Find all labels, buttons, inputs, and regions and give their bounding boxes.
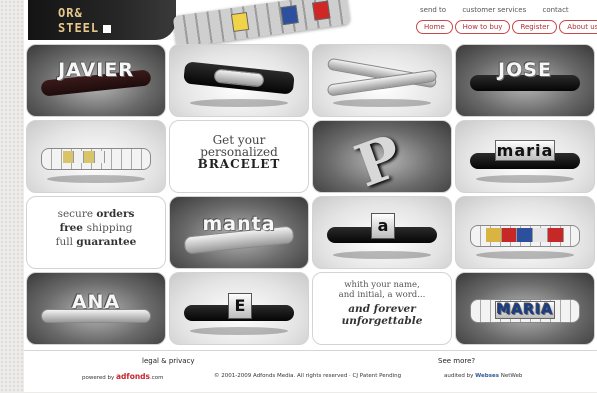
tile-a-bracelet[interactable]: a bbox=[312, 196, 452, 269]
flag-charm-icon bbox=[517, 228, 533, 242]
bracelet-name: manta bbox=[202, 213, 276, 235]
bracelet-name: JOSE bbox=[498, 59, 552, 81]
tile-maria-bracelet[interactable]: maria bbox=[455, 120, 595, 193]
promo-with-line3: and forever bbox=[348, 303, 416, 315]
footer-legal-link[interactable]: legal & privacy bbox=[142, 357, 195, 365]
nav-register[interactable]: Register bbox=[512, 20, 558, 34]
tile-promo-unforgettable[interactable]: whith your name, and initial, a word... … bbox=[312, 272, 452, 345]
logo-line2: STEEL bbox=[58, 21, 100, 35]
bracelet-name: MARIA bbox=[494, 301, 556, 319]
flag-charm-icon bbox=[486, 228, 502, 242]
tile-e-bracelet[interactable]: E bbox=[169, 272, 309, 345]
header-bracelet-image bbox=[172, 0, 351, 49]
tile-ana-bracelet[interactable]: ANA bbox=[26, 272, 166, 345]
page: OR& STEEL send to customer services cont… bbox=[24, 0, 597, 392]
promo-with-line1: whith your name, bbox=[344, 280, 420, 290]
promo-with-line2: and initial, a word... bbox=[338, 290, 426, 300]
nav-how-to-buy[interactable]: How to buy bbox=[454, 20, 511, 34]
footer: legal & privacy See more? powered by adf… bbox=[24, 350, 597, 393]
nav-home[interactable]: Home bbox=[416, 20, 453, 34]
footer-auditor-link[interactable]: Webses bbox=[475, 373, 499, 379]
promo-full-guarantee: full guarantee bbox=[55, 236, 137, 248]
top-utility-nav: send to customer services contact bbox=[420, 6, 583, 14]
tile-promo-personalized[interactable]: Get your personalized BRACELET bbox=[169, 120, 309, 193]
flag-charm-icon bbox=[280, 5, 299, 26]
tile-p-charm[interactable]: P bbox=[312, 120, 452, 193]
tile-jose-bracelet[interactable]: JOSE bbox=[455, 44, 595, 117]
footer-copyright: © 2001-2009 Adfonds Media. All rights re… bbox=[214, 373, 402, 379]
product-grid: JAVIER JOSE Get your personalized BRACEL… bbox=[26, 44, 595, 349]
logo[interactable]: OR& STEEL bbox=[28, 0, 176, 40]
header: OR& STEEL send to customer services cont… bbox=[24, 0, 597, 49]
topnav-customer-services[interactable]: customer services bbox=[462, 6, 526, 14]
bracelet-initial: E bbox=[228, 293, 252, 319]
topnav-contact[interactable]: contact bbox=[542, 6, 568, 14]
flag-charm-icon bbox=[501, 228, 518, 242]
promo-secure-orders: secure orders bbox=[57, 208, 135, 220]
tile-steel-cuff[interactable] bbox=[312, 44, 452, 117]
tile-black-bracelet[interactable] bbox=[169, 44, 309, 117]
gold-link-icon bbox=[63, 151, 74, 163]
tile-flags-bracelet[interactable] bbox=[455, 196, 595, 269]
bracelet-name: ANA bbox=[71, 291, 121, 313]
logo-line1: OR& bbox=[58, 6, 83, 20]
flag-charm-icon bbox=[548, 228, 564, 242]
logo-square-icon bbox=[103, 25, 112, 33]
main-nav: Home How to buy Register About us bbox=[416, 20, 597, 34]
tile-maria-caps-bracelet[interactable]: MARIA bbox=[455, 272, 595, 345]
tile-link-bracelet[interactable] bbox=[26, 120, 166, 193]
nav-about-us[interactable]: About us bbox=[559, 20, 597, 34]
footer-brand-link[interactable]: adfonds bbox=[116, 372, 150, 381]
p-charm-letter: P bbox=[346, 121, 411, 193]
footer-see-more-link[interactable]: See more? bbox=[438, 357, 475, 365]
bracelet-name: maria bbox=[494, 140, 556, 161]
tile-promo-secure[interactable]: secure orders free shipping full guarant… bbox=[26, 196, 166, 269]
flag-charm-icon bbox=[312, 0, 331, 21]
promo-with-line4: unforgettable bbox=[341, 315, 423, 327]
gold-link-icon bbox=[84, 151, 95, 163]
promo-free-shipping: free shipping bbox=[59, 222, 133, 234]
flag-charm-icon bbox=[230, 11, 250, 33]
promo-get-line3: BRACELET bbox=[197, 157, 281, 171]
topnav-send-to[interactable]: send to bbox=[420, 6, 446, 14]
footer-audited-by: audited by Webses NetWeb bbox=[444, 373, 523, 379]
tile-javier-bracelet[interactable]: JAVIER bbox=[26, 44, 166, 117]
bracelet-initial: a bbox=[371, 213, 395, 239]
tile-manta-bracelet[interactable]: manta bbox=[169, 196, 309, 269]
bracelet-name: JAVIER bbox=[58, 59, 134, 81]
footer-powered-by: powered by adfonds.com bbox=[82, 372, 164, 381]
